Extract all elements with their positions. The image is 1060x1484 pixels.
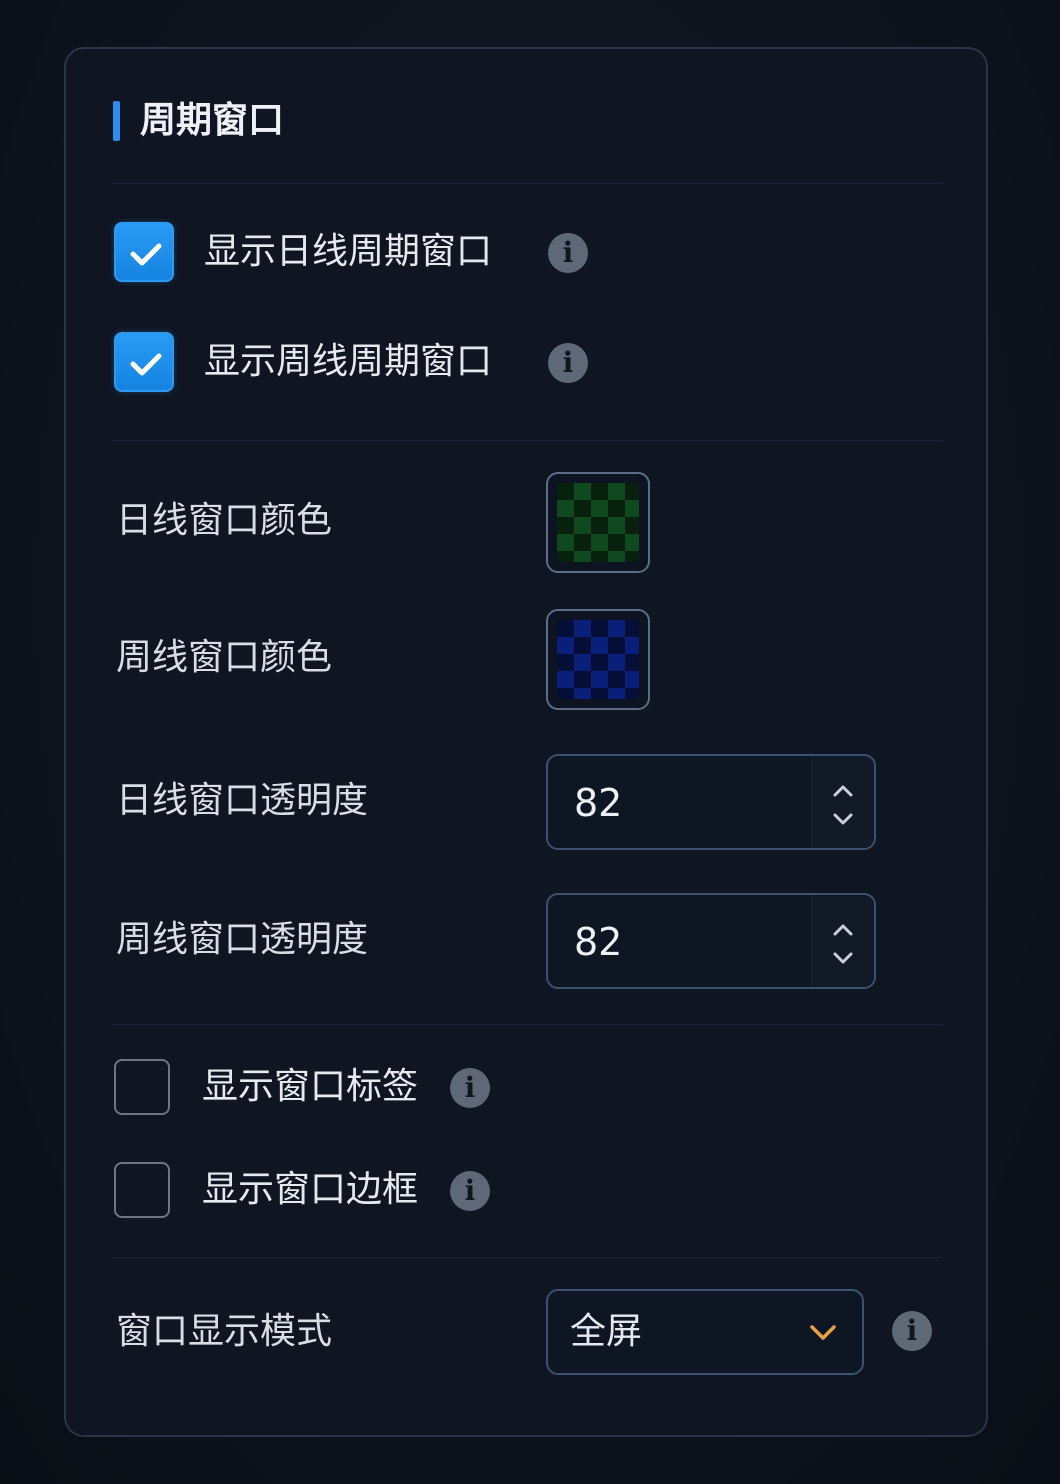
section-accent-bar [113, 101, 120, 141]
divider [112, 1257, 942, 1258]
opacity-spinner [811, 756, 874, 848]
info-icon[interactable]: i [892, 1311, 932, 1351]
chevron-up-icon[interactable] [830, 780, 856, 802]
window-settings-panel: 周期窗口 显示日线周期窗口 i 显示周线周期窗口 i 日线窗口颜色 周线窗口颜色… [64, 47, 988, 1437]
divider [112, 183, 942, 184]
info-icon[interactable]: i [548, 233, 588, 273]
divider [112, 440, 942, 441]
show-window-label-checkbox[interactable] [114, 1059, 170, 1115]
chevron-down-icon[interactable] [830, 808, 856, 830]
divider [112, 1024, 942, 1025]
display-mode-value: 全屏 [570, 1311, 643, 1352]
check-icon [130, 353, 162, 376]
opacity-spinner [811, 895, 874, 987]
chevron-up-icon[interactable] [830, 919, 856, 941]
weekly-window-color-label: 周线窗口颜色 [116, 637, 333, 678]
daily-window-color-swatch[interactable] [546, 472, 650, 573]
weekly-color-fill [557, 620, 639, 699]
daily-window-color-label: 日线窗口颜色 [116, 500, 333, 541]
info-icon[interactable]: i [450, 1171, 490, 1211]
window-display-mode-select[interactable]: 全屏 [546, 1289, 864, 1375]
check-icon [130, 243, 162, 266]
daily-window-opacity-input[interactable]: 82 [546, 754, 876, 850]
chevron-down-icon[interactable] [830, 947, 856, 969]
show-window-label-label[interactable]: 显示窗口标签 [202, 1062, 418, 1112]
chevron-down-icon [810, 1325, 836, 1340]
show-weekly-window-label[interactable]: 显示周线周期窗口 [204, 337, 492, 387]
daily-color-fill [557, 483, 639, 562]
weekly-window-opacity-label: 周线窗口透明度 [116, 919, 369, 960]
section-title: 周期窗口 [140, 100, 285, 141]
show-daily-window-checkbox[interactable] [114, 222, 174, 282]
show-window-border-label[interactable]: 显示窗口边框 [202, 1165, 418, 1215]
weekly-window-opacity-input[interactable]: 82 [546, 893, 876, 989]
window-display-mode-label: 窗口显示模式 [116, 1311, 333, 1352]
show-window-border-checkbox[interactable] [114, 1162, 170, 1218]
daily-opacity-value[interactable]: 82 [574, 778, 622, 828]
weekly-opacity-value[interactable]: 82 [574, 917, 622, 967]
weekly-window-color-swatch[interactable] [546, 609, 650, 710]
info-icon[interactable]: i [548, 343, 588, 383]
info-icon[interactable]: i [450, 1068, 490, 1108]
show-weekly-window-checkbox[interactable] [114, 332, 174, 392]
show-daily-window-label[interactable]: 显示日线周期窗口 [204, 227, 492, 277]
daily-window-opacity-label: 日线窗口透明度 [116, 780, 369, 821]
